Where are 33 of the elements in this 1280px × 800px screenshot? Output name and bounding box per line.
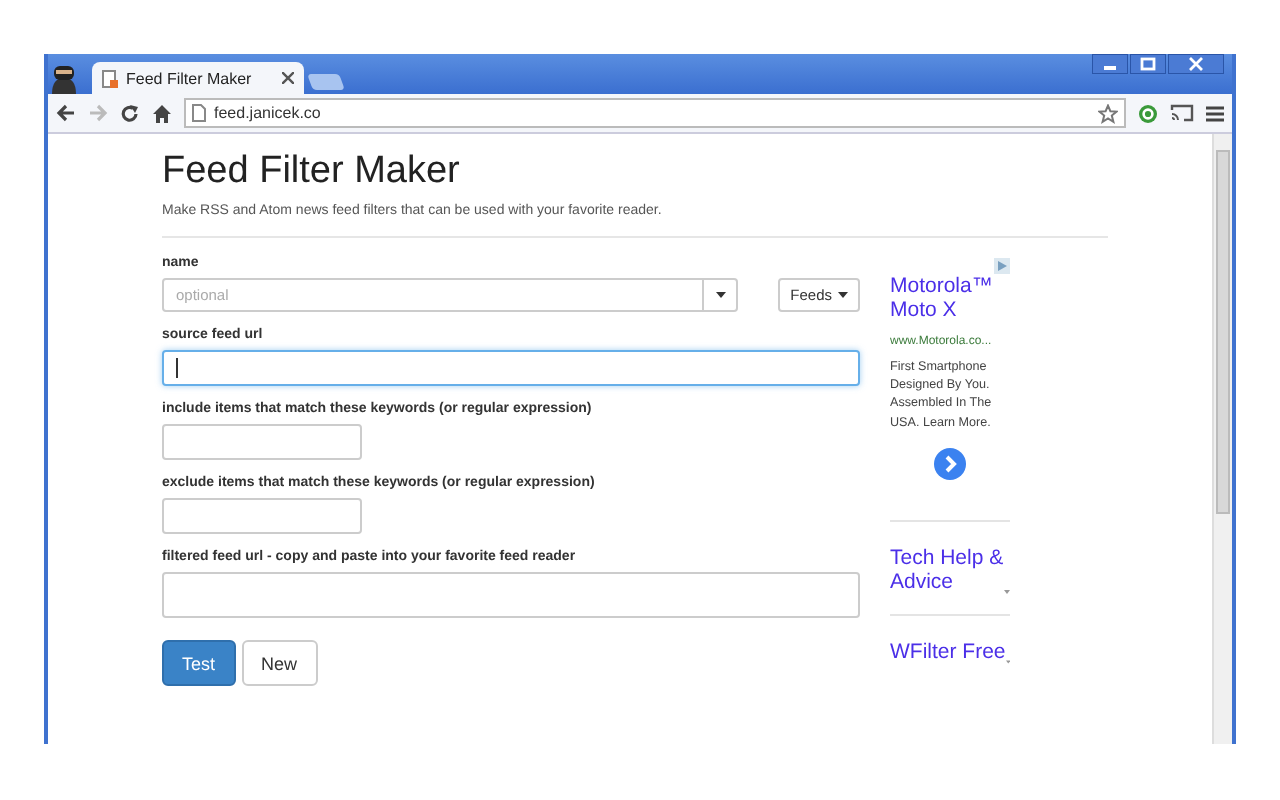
input-field[interactable] <box>162 572 860 618</box>
back-icon[interactable] <box>56 104 76 122</box>
new-tab-button[interactable] <box>307 74 345 90</box>
page-title: Feed Filter Maker <box>162 150 462 194</box>
dropdown-button[interactable] <box>704 278 738 312</box>
browser-tab[interactable]: Feed Filter Maker <box>92 62 304 94</box>
page-icon <box>102 69 118 87</box>
close-icon[interactable] <box>1168 54 1224 74</box>
home-icon[interactable] <box>152 103 172 123</box>
ad-link[interactable]: Tech Help & Advice <box>890 545 1004 594</box>
address-bar[interactable]: feed.janicek.co <box>184 98 1126 128</box>
secondary-button[interactable]: New <box>241 640 318 686</box>
close-icon[interactable] <box>282 72 294 84</box>
page-icon <box>192 104 206 122</box>
input-field[interactable] <box>162 424 362 460</box>
cast-icon[interactable] <box>1170 104 1194 122</box>
caret-icon <box>838 292 848 298</box>
ad-title[interactable]: Motorola™ Moto X <box>890 274 1010 323</box>
star-icon[interactable] <box>1098 103 1118 123</box>
caret-icon <box>715 292 725 298</box>
profile-icon <box>48 60 80 94</box>
maximize-icon[interactable] <box>1130 54 1166 74</box>
extension-icon[interactable] <box>1138 103 1158 123</box>
reload-icon[interactable] <box>120 103 140 123</box>
ad-link[interactable]: WFilter Free <box>890 639 1006 664</box>
primary-button[interactable]: Test <box>162 640 236 686</box>
input-field[interactable] <box>162 350 860 386</box>
menu-icon[interactable] <box>1206 105 1224 121</box>
caret-icon <box>1004 589 1010 594</box>
minimize-icon[interactable] <box>1092 54 1128 74</box>
chevron-right-icon[interactable] <box>934 447 966 480</box>
input-field[interactable] <box>162 498 362 534</box>
caret-icon <box>1005 659 1010 664</box>
